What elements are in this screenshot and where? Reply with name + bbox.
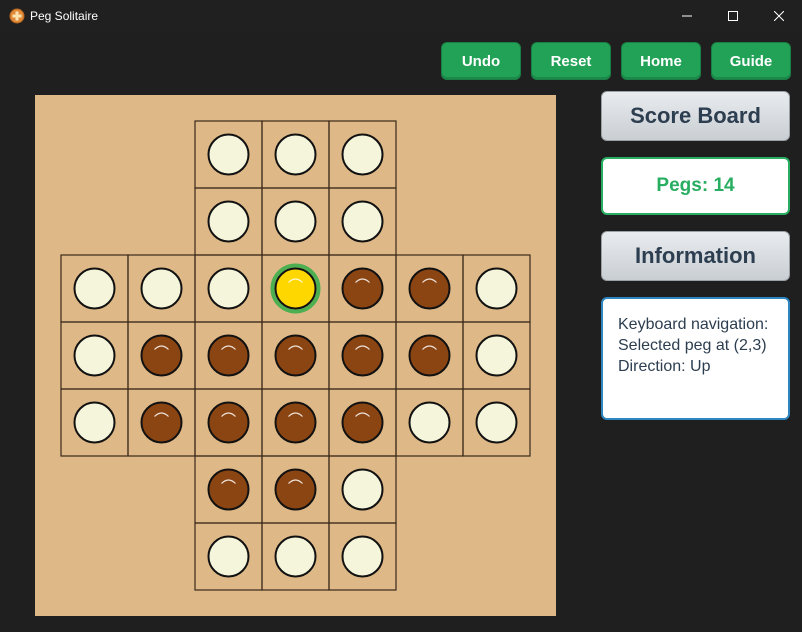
board-cell-5-3[interactable] [261, 455, 330, 524]
close-icon [774, 11, 784, 21]
board-cell-3-5[interactable] [395, 321, 464, 390]
empty-hole[interactable] [475, 334, 518, 377]
peg[interactable] [207, 401, 250, 444]
info-line-1: Keyboard navigation: [618, 316, 769, 333]
board-cell-6-4[interactable] [328, 522, 397, 591]
guide-button[interactable]: Guide [711, 42, 791, 80]
close-button[interactable] [756, 0, 802, 32]
board-cell-2-3[interactable] [261, 254, 330, 323]
board-cell-2-6[interactable] [462, 254, 531, 323]
peg[interactable] [140, 334, 183, 377]
board-cell-3-1[interactable] [127, 321, 196, 390]
peg[interactable] [274, 468, 317, 511]
empty-hole[interactable] [341, 133, 384, 176]
peg[interactable] [408, 334, 451, 377]
board-cell-4-1[interactable] [127, 388, 196, 457]
board-cell-6-3[interactable] [261, 522, 330, 591]
board-cell-4-4[interactable] [328, 388, 397, 457]
info-line-3: Direction: Up [618, 358, 711, 375]
home-button[interactable]: Home [621, 42, 701, 80]
empty-hole[interactable] [73, 401, 116, 444]
board-cell-1-2[interactable] [194, 187, 263, 256]
board-cell-4-3[interactable] [261, 388, 330, 457]
board-cell-3-4[interactable] [328, 321, 397, 390]
board-cell-1-3[interactable] [261, 187, 330, 256]
info-line-2: Selected peg at (2,3) [618, 337, 767, 354]
empty-hole[interactable] [475, 267, 518, 310]
board-cell-2-4[interactable] [328, 254, 397, 323]
empty-hole[interactable] [207, 133, 250, 176]
board-cell-5-2[interactable] [194, 455, 263, 524]
undo-button[interactable]: Undo [441, 42, 521, 80]
peg[interactable] [341, 401, 384, 444]
peg[interactable] [140, 401, 183, 444]
peg[interactable] [274, 401, 317, 444]
board-cell-4-2[interactable] [194, 388, 263, 457]
peg[interactable] [207, 334, 250, 377]
board-cell-4-5[interactable] [395, 388, 464, 457]
empty-hole[interactable] [207, 535, 250, 578]
empty-hole[interactable] [207, 200, 250, 243]
maximize-button[interactable] [710, 0, 756, 32]
information-button[interactable]: Information [601, 231, 790, 281]
board-cell-0-4[interactable] [328, 120, 397, 189]
empty-hole[interactable] [274, 200, 317, 243]
peg[interactable] [341, 267, 384, 310]
board-cell-3-3[interactable] [261, 321, 330, 390]
title-bar: Peg Solitaire [0, 0, 802, 32]
board-cell-6-2[interactable] [194, 522, 263, 591]
board-cell-1-4[interactable] [328, 187, 397, 256]
info-panel: Keyboard navigation: Selected peg at (2,… [601, 297, 790, 420]
empty-hole[interactable] [140, 267, 183, 310]
empty-hole[interactable] [341, 200, 384, 243]
reset-button[interactable]: Reset [531, 42, 611, 80]
peg[interactable] [408, 267, 451, 310]
score-board-button[interactable]: Score Board [601, 91, 790, 141]
peg[interactable] [341, 334, 384, 377]
minimize-icon [682, 15, 692, 17]
board-cell-2-5[interactable] [395, 254, 464, 323]
board-cell-3-0[interactable] [60, 321, 129, 390]
empty-hole[interactable] [274, 535, 317, 578]
pegs-count: Pegs: 14 [601, 157, 790, 215]
board-grid [60, 120, 531, 591]
board-cell-0-3[interactable] [261, 120, 330, 189]
window-title: Peg Solitaire [30, 9, 99, 23]
board-cell-3-2[interactable] [194, 321, 263, 390]
board-cell-3-6[interactable] [462, 321, 531, 390]
empty-hole[interactable] [73, 334, 116, 377]
empty-hole[interactable] [274, 133, 317, 176]
empty-hole[interactable] [73, 267, 116, 310]
peg[interactable] [274, 334, 317, 377]
selected-peg[interactable] [274, 267, 317, 310]
minimize-button[interactable] [664, 0, 710, 32]
board-cell-2-0[interactable] [60, 254, 129, 323]
peg[interactable] [207, 468, 250, 511]
empty-hole[interactable] [475, 401, 518, 444]
empty-hole[interactable] [341, 468, 384, 511]
game-board [35, 95, 556, 616]
board-cell-2-2[interactable] [194, 254, 263, 323]
empty-hole[interactable] [341, 535, 384, 578]
app-icon [9, 8, 25, 24]
empty-hole[interactable] [408, 401, 451, 444]
board-cell-4-6[interactable] [462, 388, 531, 457]
board-cell-2-1[interactable] [127, 254, 196, 323]
board-cell-4-0[interactable] [60, 388, 129, 457]
empty-hole[interactable] [207, 267, 250, 310]
maximize-icon [728, 11, 738, 21]
board-cell-0-2[interactable] [194, 120, 263, 189]
board-cell-5-4[interactable] [328, 455, 397, 524]
